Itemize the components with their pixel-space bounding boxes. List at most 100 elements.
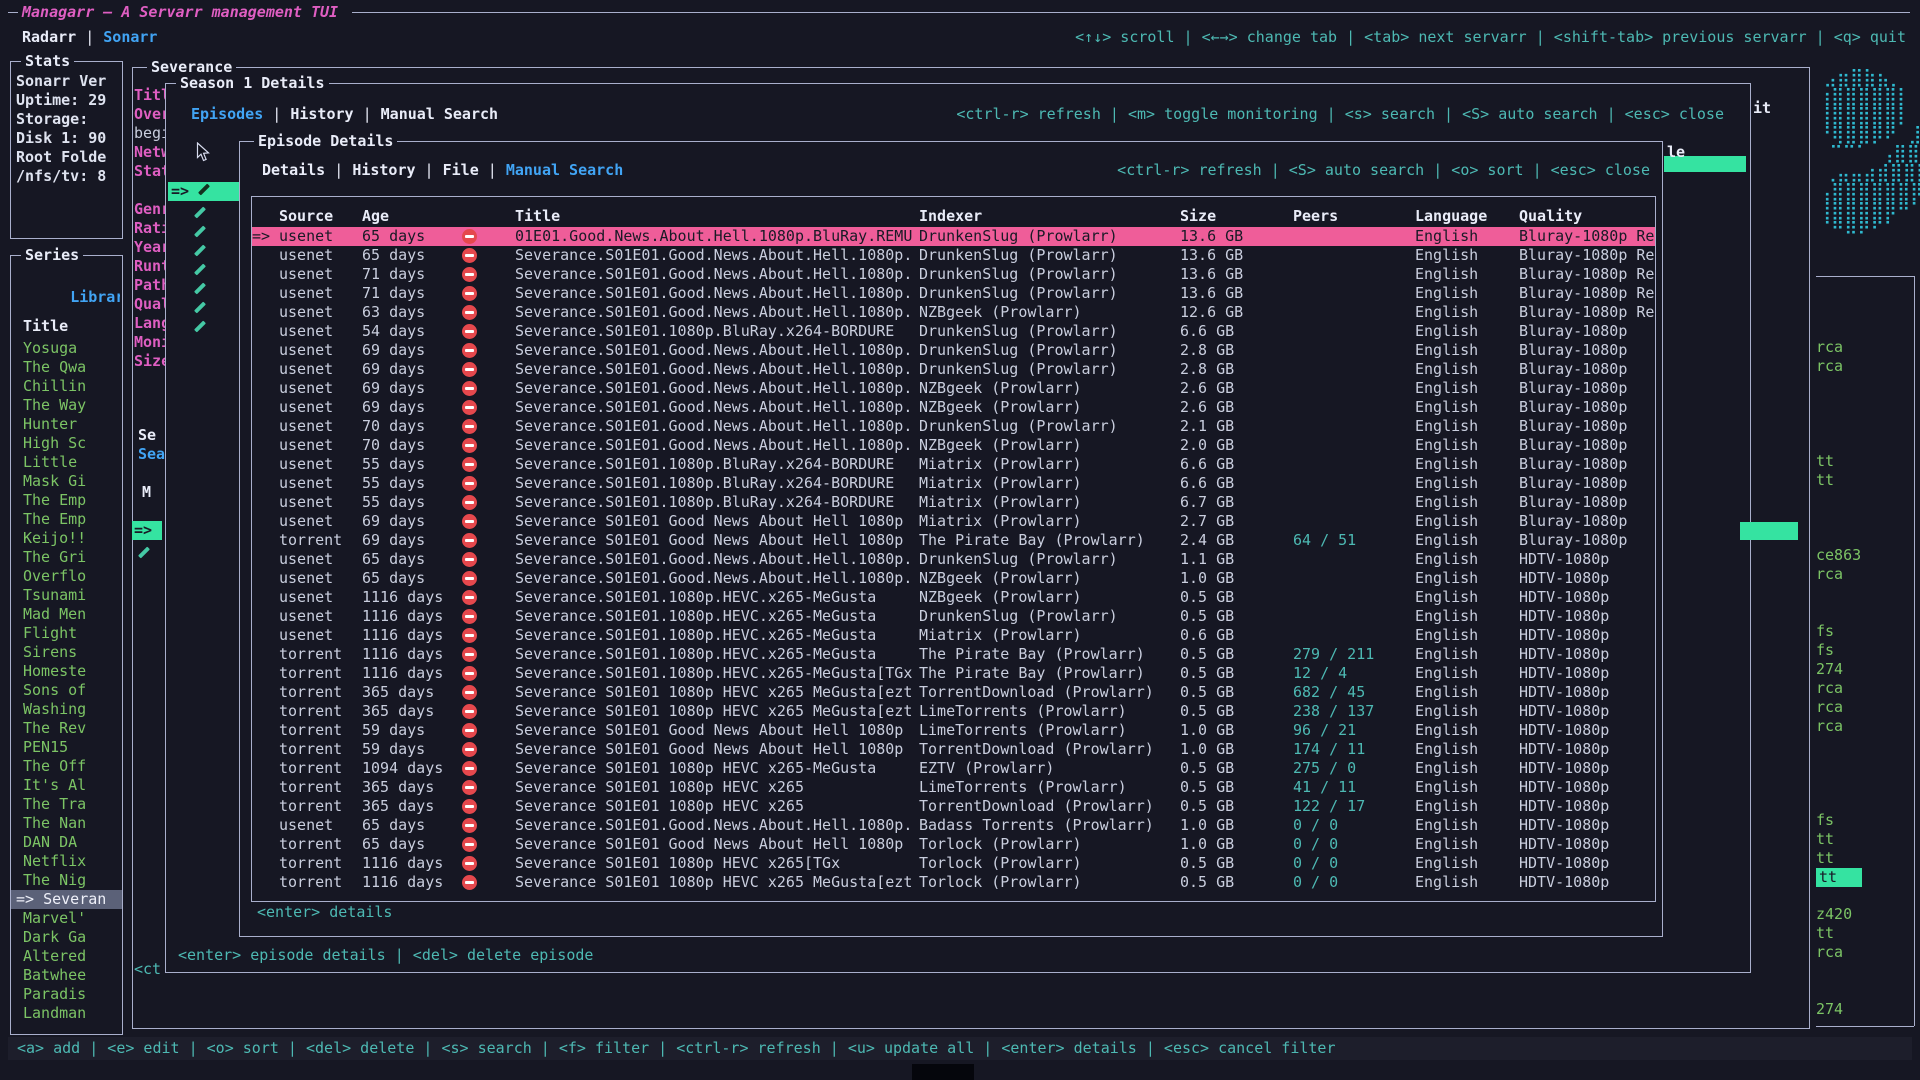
release-language: English xyxy=(1415,493,1519,512)
series-list-item[interactable]: Chillin xyxy=(11,377,122,396)
release-row[interactable]: usenet70 daysSeverance.S01E01.Good.News.… xyxy=(252,436,1655,455)
release-row[interactable]: torrent59 daysSeverance S01E01 Good News… xyxy=(252,721,1655,740)
series-list-item[interactable]: The Emp xyxy=(11,491,122,510)
pencil-icon xyxy=(194,206,206,218)
release-row[interactable]: usenet65 daysSeverance.S01E01.Good.News.… xyxy=(252,569,1655,588)
series-list-item[interactable]: Homeste xyxy=(11,662,122,681)
release-row[interactable]: usenet69 daysSeverance.S01E01.Good.News.… xyxy=(252,379,1655,398)
release-row[interactable]: usenet70 daysSeverance.S01E01.Good.News.… xyxy=(252,417,1655,436)
release-indexer: Badass Torrents (Prowlarr) xyxy=(919,816,1180,835)
tab-library[interactable]: Library xyxy=(70,288,120,306)
release-row[interactable]: torrent1116 daysSeverance S01E01 1080p H… xyxy=(252,854,1655,873)
series-list-item[interactable]: Tsunami xyxy=(11,586,122,605)
season-tab-history[interactable]: History xyxy=(290,105,353,123)
release-row[interactable]: usenet1116 daysSeverance.S01E01.1080p.HE… xyxy=(252,626,1655,645)
series-list-item[interactable]: Washing xyxy=(11,700,122,719)
release-source: usenet xyxy=(279,626,362,645)
series-list-item[interactable]: Netflix xyxy=(11,852,122,871)
release-title: Severance.S01E01.1080p.HEVC.x265-MeGusta xyxy=(515,645,919,664)
series-list-item[interactable]: Yosuga xyxy=(11,339,122,358)
clipped-text-fragment: rca xyxy=(1816,565,1843,584)
release-row[interactable]: torrent65 daysSeverance S01E01 Good News… xyxy=(252,835,1655,854)
selected-season-row-fragment[interactable]: => xyxy=(132,521,162,540)
series-list-item[interactable]: PEN15 xyxy=(11,738,122,757)
series-list-item[interactable]: Batwhee xyxy=(11,966,122,985)
release-row[interactable]: torrent365 daysSeverance S01E01 1080p HE… xyxy=(252,702,1655,721)
series-list-item[interactable]: The Gri xyxy=(11,548,122,567)
season-tab-episodes[interactable]: Episodes xyxy=(191,105,263,123)
release-row[interactable]: torrent69 daysSeverance S01E01 Good News… xyxy=(252,531,1655,550)
series-list-item[interactable]: => Severan xyxy=(11,890,122,909)
series-list-item[interactable]: Keijo!! xyxy=(11,529,122,548)
episode-tab-manual-search[interactable]: Manual Search xyxy=(506,161,623,179)
release-row[interactable]: usenet69 daysSeverance.S01E01.Good.News.… xyxy=(252,360,1655,379)
series-list-item[interactable]: Sirens xyxy=(11,643,122,662)
servarr-tab-sonarr[interactable]: Sonarr xyxy=(103,28,157,46)
series-list-item[interactable]: The Rev xyxy=(11,719,122,738)
release-row[interactable]: usenet55 daysSeverance.S01E01.1080p.BluR… xyxy=(252,493,1655,512)
release-row[interactable]: usenet65 daysSeverance.S01E01.Good.News.… xyxy=(252,246,1655,265)
series-list-item[interactable]: Dark Ga xyxy=(11,928,122,947)
release-row[interactable]: usenet69 daysSeverance.S01E01.Good.News.… xyxy=(252,398,1655,417)
series-list-item[interactable]: The Qwa xyxy=(11,358,122,377)
series-list-item[interactable]: The Tra xyxy=(11,795,122,814)
series-list-item[interactable]: The Nan xyxy=(11,814,122,833)
release-row[interactable]: torrent365 daysSeverance S01E01 1080p HE… xyxy=(252,683,1655,702)
release-row[interactable]: torrent365 daysSeverance S01E01 1080p HE… xyxy=(252,797,1655,816)
release-row[interactable]: usenet1116 daysSeverance.S01E01.1080p.HE… xyxy=(252,607,1655,626)
series-list-item[interactable]: The Emp xyxy=(11,510,122,529)
selected-episode-row-fragment[interactable]: => xyxy=(168,182,242,201)
release-row[interactable]: usenet69 daysSeverance.S01E01.Good.News.… xyxy=(252,341,1655,360)
series-list-item[interactable]: Overflo xyxy=(11,567,122,586)
release-language: English xyxy=(1415,360,1519,379)
series-list-item[interactable]: Marvel' xyxy=(11,909,122,928)
episode-tab-file[interactable]: File xyxy=(443,161,479,179)
season-tab-manual-search[interactable]: Manual Search xyxy=(381,105,498,123)
release-row[interactable]: usenet55 daysSeverance.S01E01.1080p.BluR… xyxy=(252,474,1655,493)
release-row[interactable]: usenet63 daysSeverance.S01E01.Good.News.… xyxy=(252,303,1655,322)
release-row[interactable]: usenet55 daysSeverance.S01E01.1080p.BluR… xyxy=(252,455,1655,474)
release-quality: Bluray-1080p Re xyxy=(1519,265,1656,284)
release-row[interactable]: torrent1116 daysSeverance.S01E01.1080p.H… xyxy=(252,645,1655,664)
series-list-item[interactable]: Hunter xyxy=(11,415,122,434)
release-row[interactable]: usenet65 daysSeverance.S01E01.Good.News.… xyxy=(252,550,1655,569)
series-list-item[interactable]: Mad Men xyxy=(11,605,122,624)
release-reject-cell xyxy=(460,797,515,817)
stats-line: Disk 1: 90 xyxy=(16,129,120,148)
series-list-item[interactable]: Little xyxy=(11,453,122,472)
series-list-item[interactable]: The Nig xyxy=(11,871,122,890)
release-row[interactable]: usenet71 daysSeverance.S01E01.Good.News.… xyxy=(252,284,1655,303)
release-row[interactable]: usenet71 daysSeverance.S01E01.Good.News.… xyxy=(252,265,1655,284)
series-list-item[interactable]: Mask Gi xyxy=(11,472,122,491)
release-row[interactable]: torrent1116 daysSeverance S01E01 1080p H… xyxy=(252,873,1655,892)
release-row[interactable]: torrent1116 daysSeverance.S01E01.1080p.H… xyxy=(252,664,1655,683)
series-list-item[interactable]: DAN DA xyxy=(11,833,122,852)
release-row[interactable]: usenet69 daysSeverance S01E01 Good News … xyxy=(252,512,1655,531)
release-size: 0.5 GB xyxy=(1180,588,1293,607)
series-list-item[interactable]: Flight xyxy=(11,624,122,643)
series-list-item[interactable]: Landman xyxy=(11,1004,122,1023)
series-list-item[interactable]: Altered xyxy=(11,947,122,966)
release-age: 71 days xyxy=(362,265,460,284)
series-list-item[interactable]: High Sc xyxy=(11,434,122,453)
release-row[interactable]: =>usenet65 days01E01.Good.News.About.Hel… xyxy=(252,227,1655,246)
release-size: 0.5 GB xyxy=(1180,759,1293,778)
series-list-item[interactable]: The Off xyxy=(11,757,122,776)
release-reject-cell xyxy=(460,607,515,627)
release-age: 69 days xyxy=(362,398,460,417)
release-row[interactable]: torrent59 daysSeverance S01E01 Good News… xyxy=(252,740,1655,759)
release-row[interactable]: usenet65 daysSeverance.S01E01.Good.News.… xyxy=(252,816,1655,835)
servarr-tab-radarr[interactable]: Radarr xyxy=(22,28,76,46)
release-row[interactable]: torrent1094 daysSeverance S01E01 1080p H… xyxy=(252,759,1655,778)
series-list-item[interactable]: It's Al xyxy=(11,776,122,795)
series-list-item[interactable]: The Way xyxy=(11,396,122,415)
release-row[interactable]: usenet54 daysSeverance.S01E01.1080p.BluR… xyxy=(252,322,1655,341)
release-row[interactable]: usenet1116 daysSeverance.S01E01.1080p.HE… xyxy=(252,588,1655,607)
rejected-icon xyxy=(462,343,477,358)
release-row[interactable]: torrent365 daysSeverance S01E01 1080p HE… xyxy=(252,778,1655,797)
release-reject-cell xyxy=(460,246,515,266)
episode-tab-details[interactable]: Details xyxy=(262,161,325,179)
series-list-item[interactable]: Sons of xyxy=(11,681,122,700)
series-list-item[interactable]: Paradis xyxy=(11,985,122,1004)
episode-tab-history[interactable]: History xyxy=(352,161,415,179)
